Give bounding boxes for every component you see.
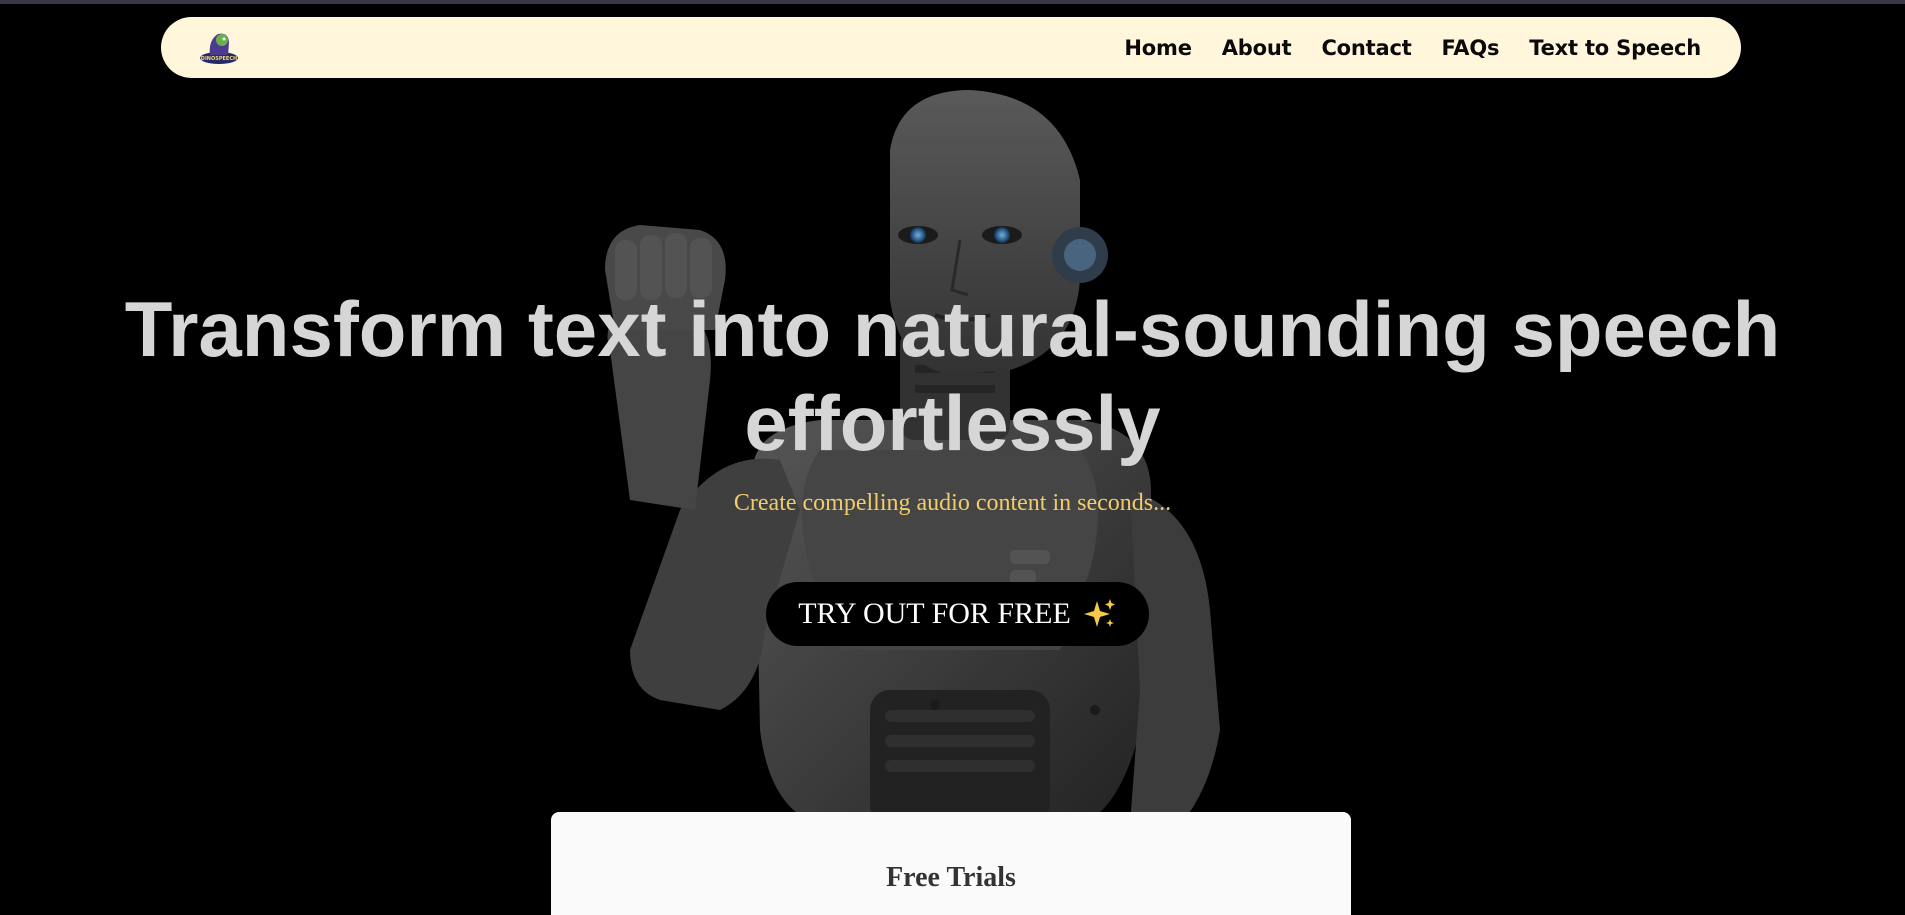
nav-text-to-speech-link[interactable]: Text to Speech <box>1529 36 1701 60</box>
hero-headline-line1: Transform text into natural-sounding spe… <box>124 285 1781 373</box>
navbar: DINOSPEECH Home About Contact FAQs Text … <box>161 17 1741 78</box>
browser-top-strip <box>0 0 1905 4</box>
nav-links: Home About Contact FAQs Text to Speech <box>1124 17 1701 78</box>
cta-label: TRY OUT FOR FREE <box>798 597 1071 630</box>
hero-headline-line2: effortlessly <box>744 379 1161 467</box>
nav-home-link[interactable]: Home <box>1124 36 1192 60</box>
svg-text:DINOSPEECH: DINOSPEECH <box>201 56 237 62</box>
nav-about-link[interactable]: About <box>1222 36 1292 60</box>
hero-subtitle: Create compelling audio content in secon… <box>733 490 1172 516</box>
nav-faqs-link[interactable]: FAQs <box>1442 36 1500 60</box>
try-out-for-free-button[interactable]: TRY OUT FOR FREE <box>766 582 1149 646</box>
dinospeech-logo-icon[interactable]: DINOSPEECH <box>198 28 240 66</box>
hero-headline: Transform text into natural-sounding spe… <box>0 282 1905 470</box>
free-trials-card: Free Trials <box>551 812 1351 915</box>
sparkles-icon <box>1083 599 1115 627</box>
nav-contact-link[interactable]: Contact <box>1321 36 1411 60</box>
free-trials-title: Free Trials <box>886 862 1016 893</box>
